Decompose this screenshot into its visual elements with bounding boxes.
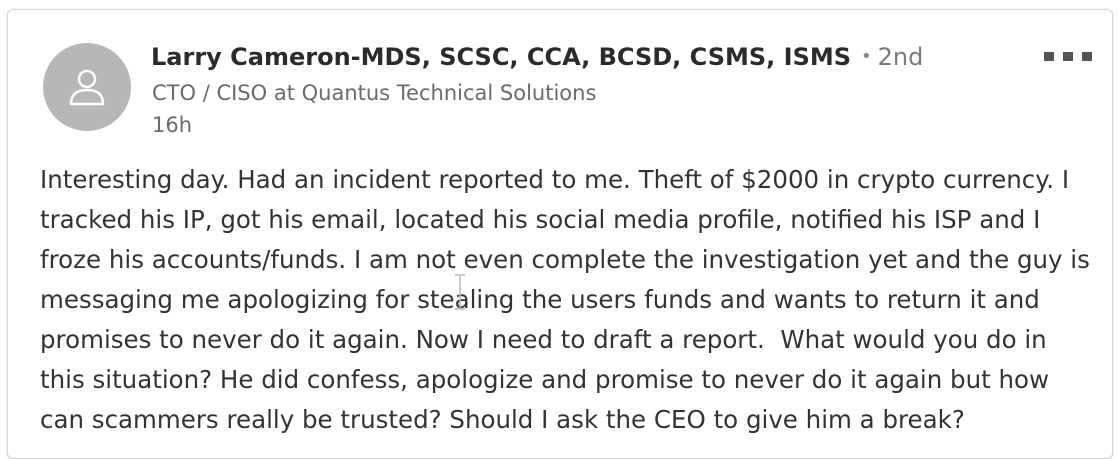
more-options-icon (1044, 51, 1054, 61)
post-body-text: Interesting day. Had an incident reporte… (40, 165, 1098, 434)
author-name[interactable]: Larry Cameron-MDS, SCSC, CCA, BCSD, CSMS… (151, 43, 851, 71)
author-avatar[interactable] (43, 43, 131, 131)
post-card: Larry Cameron-MDS, SCSC, CCA, BCSD, CSMS… (7, 9, 1113, 459)
author-headline: CTO / CISO at Quantus Technical Solution… (152, 81, 597, 105)
more-options-button[interactable] (1044, 46, 1092, 66)
connection-degree: 2nd (877, 43, 924, 71)
text-cursor-icon (455, 274, 465, 310)
separator-dot: • (861, 46, 872, 67)
author-line: Larry Cameron-MDS, SCSC, CCA, BCSD, CSMS… (151, 41, 923, 73)
person-silhouette-icon (69, 69, 105, 106)
post-timestamp: 16h (152, 113, 193, 137)
